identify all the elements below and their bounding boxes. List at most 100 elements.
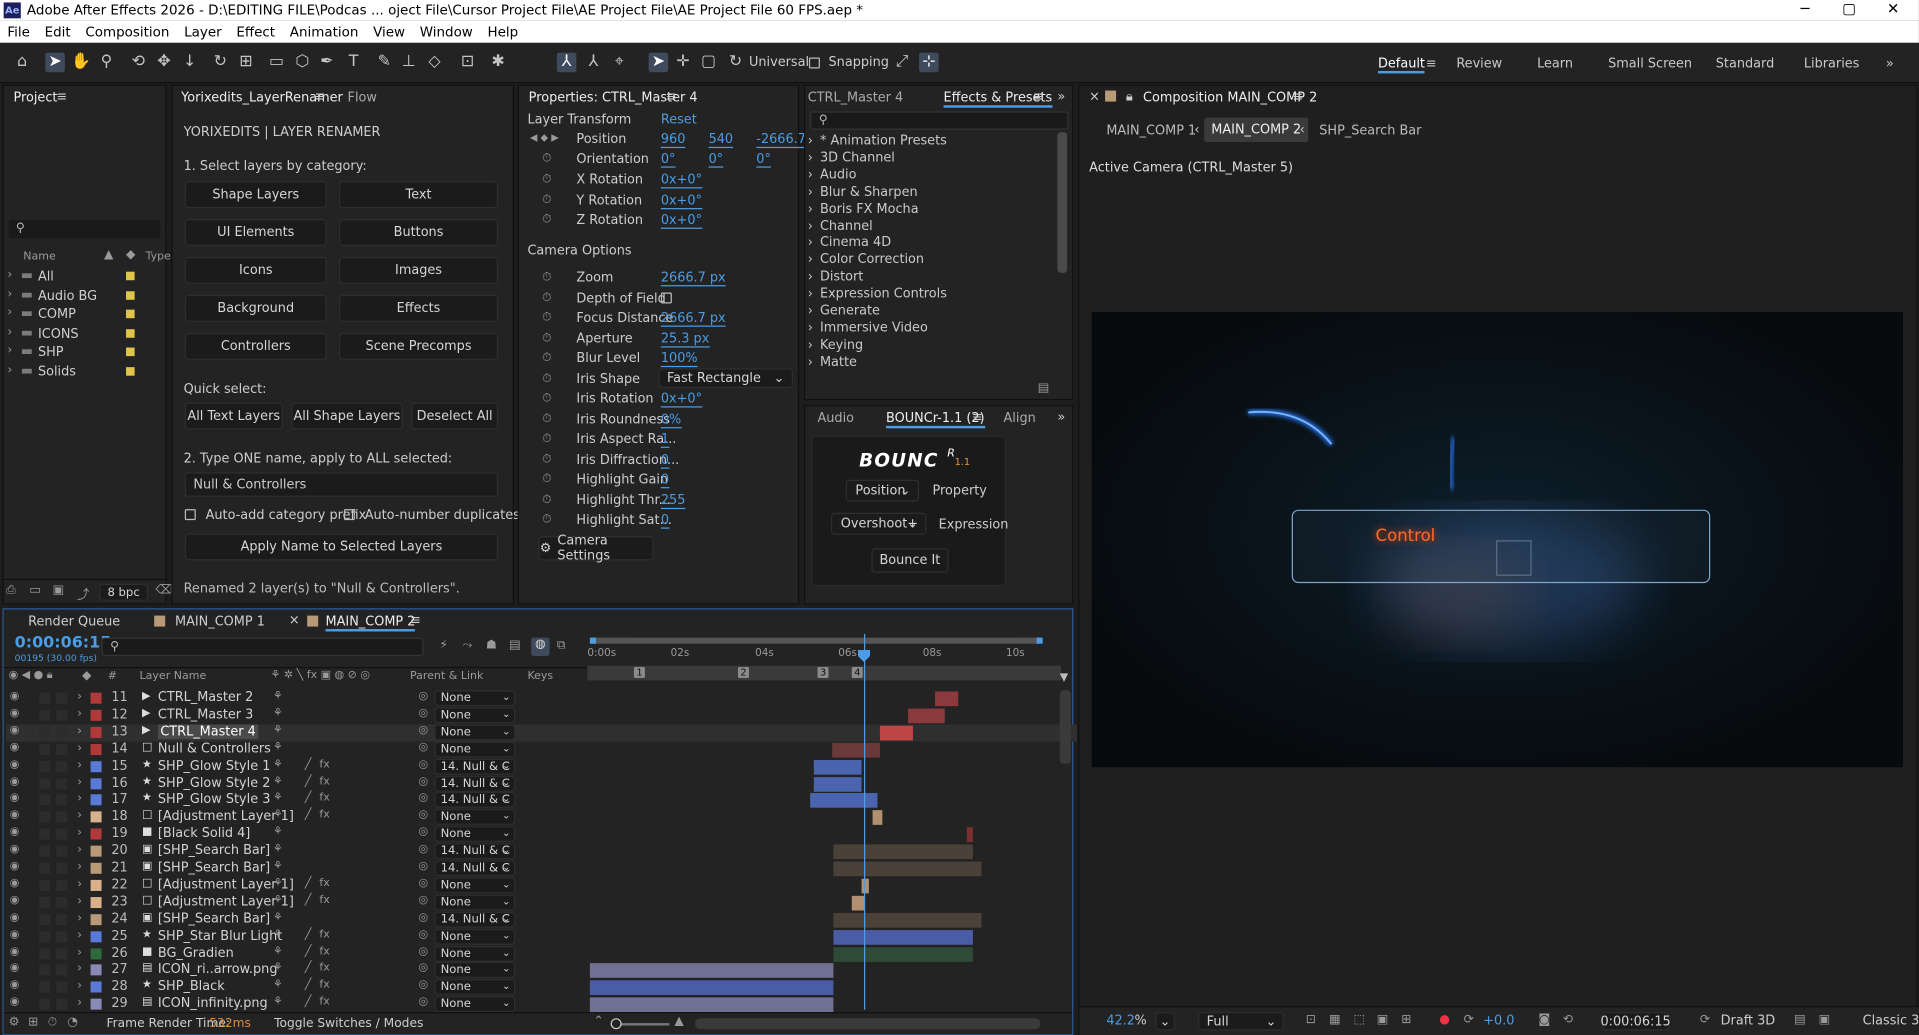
pickwhip-icon[interactable]: ◎ — [419, 724, 429, 736]
shy-switch[interactable]: ⚘ — [273, 690, 283, 702]
exposure-value[interactable]: +0.0 — [1483, 1013, 1514, 1028]
sort-up-icon[interactable]: ▲ — [104, 248, 113, 261]
lock-switch[interactable] — [56, 811, 68, 823]
quality-switch[interactable]: ╱ — [305, 809, 312, 821]
project-menu-icon[interactable]: ≡ — [56, 89, 67, 104]
fx-switch[interactable]: fx — [319, 996, 329, 1008]
grid-icon[interactable]: ⊞ — [1401, 1013, 1411, 1026]
effects-scrollbar[interactable] — [1057, 132, 1068, 273]
menu-effect[interactable]: Effect — [236, 24, 275, 40]
solo-switch[interactable] — [39, 828, 51, 840]
lock-switch[interactable] — [56, 879, 68, 891]
layer-name[interactable]: BG_Gradien — [158, 945, 234, 960]
visibility-eye-icon[interactable]: ◉ — [10, 979, 20, 991]
quality-switch[interactable]: ╱ — [305, 928, 312, 940]
ui-elements-button[interactable]: UI Elements — [184, 219, 327, 246]
effects-category-item[interactable]: › Matte — [805, 355, 1050, 371]
parent-dropdown[interactable]: 14. Null & C ⌄ — [434, 860, 516, 877]
stopwatch-icon[interactable]: ⏱ — [542, 152, 552, 165]
auto-prefix-label[interactable]: Auto-add category prefix — [206, 508, 367, 523]
shy-layers-icon[interactable]: ☗ — [486, 639, 497, 652]
guides-icon[interactable]: ▣ — [1377, 1013, 1389, 1026]
layer-duration-bar[interactable] — [813, 759, 862, 775]
workspace-learn[interactable]: Learn — [1537, 56, 1573, 71]
orientation-x[interactable]: 0° — [660, 152, 676, 168]
effects-category-item[interactable]: › Color Correction — [805, 252, 1050, 268]
layer-label-color[interactable] — [90, 811, 102, 823]
lock-switch[interactable] — [56, 760, 68, 772]
parent-dropdown[interactable]: None ⌄ — [434, 826, 516, 843]
effects-button[interactable]: Effects — [338, 294, 499, 322]
main-comp-2-tab[interactable]: MAIN_COMP 2 — [325, 614, 416, 632]
visibility-eye-icon[interactable]: ◉ — [10, 741, 20, 753]
quality-switch[interactable]: ╱ — [305, 758, 312, 770]
shy-switch[interactable]: ⚘ — [273, 962, 283, 974]
orientation-y[interactable]: 0° — [708, 152, 724, 168]
lock-switch[interactable] — [56, 981, 68, 993]
camera-option-value[interactable]: 0x+0° — [660, 392, 703, 408]
new-comp-icon[interactable]: ▣ — [53, 584, 65, 597]
visibility-eye-icon[interactable]: ◉ — [10, 792, 20, 804]
chevron-right-icon[interactable]: › — [77, 809, 82, 822]
stamp-tool-icon[interactable]: ⊥ — [399, 53, 419, 73]
solo-switch[interactable] — [39, 964, 51, 976]
fx-switch[interactable]: fx — [319, 945, 329, 957]
shy-switch[interactable]: ⚘ — [273, 775, 283, 787]
label-color-swatch[interactable] — [126, 271, 135, 281]
parent-dropdown[interactable]: None ⌄ — [434, 877, 516, 894]
trash-icon[interactable]: ⌫ — [155, 584, 172, 597]
shy-switch[interactable]: ⚘ — [273, 792, 283, 804]
visibility-eye-icon[interactable]: ◉ — [10, 928, 20, 940]
layer-row[interactable]: ◉ › 23 □ [Adjustment Layer 1] ⚘ ╱ fx ◎ None ⌄ — [6, 894, 1077, 911]
menu-edit[interactable]: Edit — [45, 24, 71, 40]
camera-option-value[interactable]: 0 — [660, 513, 670, 529]
layer-name-header[interactable]: Layer Name — [140, 671, 207, 683]
layer-label-color[interactable] — [90, 998, 102, 1010]
bit-depth-button[interactable]: 8 bpc — [99, 583, 149, 601]
layer-duration-bar[interactable] — [833, 929, 973, 945]
layer-duration-bar[interactable] — [833, 844, 973, 860]
solo-switch[interactable] — [39, 845, 51, 857]
menu-composition[interactable]: Composition — [85, 24, 169, 40]
reset-link[interactable]: Reset — [661, 113, 697, 128]
chevron-right-icon[interactable]: › — [77, 758, 82, 771]
visibility-eye-icon[interactable]: ◉ — [10, 877, 20, 889]
anchor-tool-icon[interactable]: ⊞ — [236, 53, 256, 73]
stopwatch-icon[interactable]: ⏱ — [542, 291, 552, 304]
lock-switch[interactable] — [56, 913, 68, 925]
camera-option-value[interactable]: 100% — [660, 351, 698, 368]
pickwhip-icon[interactable]: ◎ — [419, 758, 429, 770]
comp-marker[interactable]: 1 — [633, 666, 646, 678]
orientation-z[interactable]: 0° — [756, 152, 771, 168]
gizmo-move-icon[interactable]: ✛ — [673, 53, 693, 73]
workspace-small-screen[interactable]: Small Screen — [1608, 56, 1692, 71]
chevron-right-icon[interactable]: › — [77, 707, 82, 720]
layer-duration-bar[interactable] — [810, 793, 878, 809]
column-type[interactable]: Type — [146, 251, 171, 263]
zoom-in-icon[interactable]: ▲ — [674, 1015, 683, 1028]
solo-switch[interactable] — [39, 811, 51, 823]
selection-tool-icon[interactable]: ➤ — [45, 52, 65, 73]
layer-name[interactable]: CTRL_Master 4 — [157, 724, 259, 739]
camera-option-value[interactable]: 2666.7 px — [660, 270, 726, 287]
lock-switch[interactable] — [56, 777, 68, 789]
layer-label-color[interactable] — [90, 794, 102, 806]
pickwhip-icon[interactable]: ◎ — [419, 911, 429, 923]
zoom-slider-knob[interactable] — [610, 1018, 622, 1030]
camera-settings-button[interactable]: ⚙ Camera Settings — [538, 534, 654, 563]
new-folder-icon[interactable]: ▭ — [29, 584, 41, 597]
shy-switch[interactable]: ⚘ — [273, 877, 283, 889]
comp-marker[interactable]: 4 — [851, 666, 863, 678]
render-queue-tab[interactable]: Render Queue — [28, 614, 120, 629]
snap-options-icon[interactable]: ⤢ — [892, 53, 912, 73]
brush-tool-icon[interactable]: ✎ — [374, 53, 394, 73]
fx-switch[interactable]: fx — [319, 792, 329, 804]
comp-menu-icon[interactable]: ≡ — [1292, 89, 1303, 104]
deselect-all-button[interactable]: Deselect All — [411, 402, 499, 430]
images-button[interactable]: Images — [338, 256, 499, 284]
workspace-standard[interactable]: Standard — [1716, 56, 1774, 71]
3d-view-icon[interactable]: ▣ — [1819, 1013, 1831, 1026]
hand-tool-icon[interactable]: ✋ — [71, 53, 91, 73]
layer-duration-bar[interactable] — [966, 827, 973, 843]
layer-label-color[interactable] — [90, 692, 102, 704]
